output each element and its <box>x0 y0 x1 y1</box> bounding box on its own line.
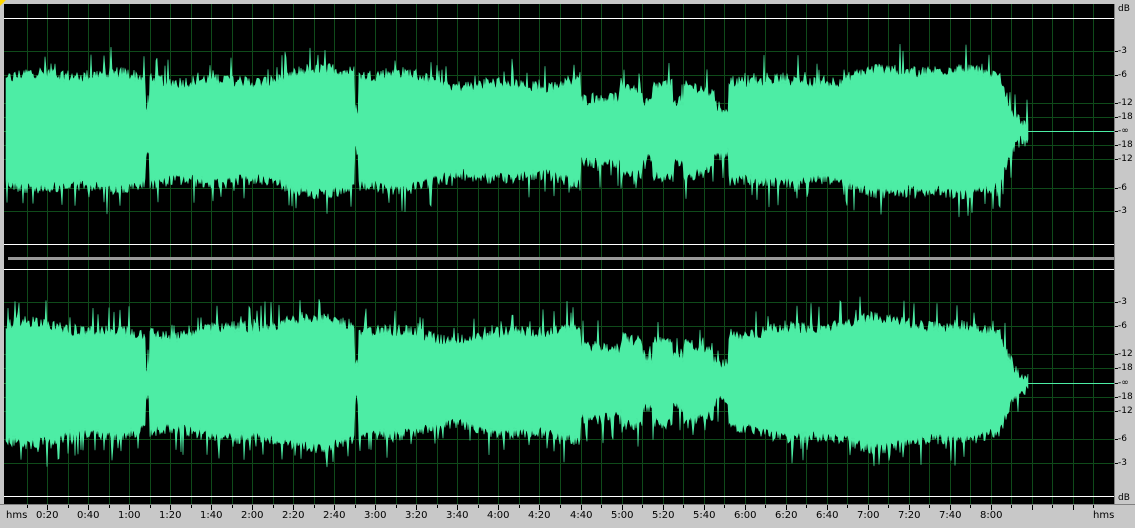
db-label: -18 <box>1118 112 1133 122</box>
time-tick <box>1032 505 1033 510</box>
time-label: 5:00 <box>611 510 634 521</box>
time-label: 0:40 <box>77 510 100 521</box>
waveform-left[interactable] <box>5 43 1029 218</box>
time-tick <box>232 505 233 508</box>
waveform-right[interactable] <box>5 296 1029 468</box>
time-tick <box>601 505 602 508</box>
time-label: 5:20 <box>652 510 675 521</box>
time-label: 4:20 <box>528 510 551 521</box>
time-tick <box>970 505 971 508</box>
time-tick <box>396 505 397 508</box>
db-label: -6 <box>1118 70 1127 80</box>
db-label: -12 <box>1118 406 1133 416</box>
time-label: 5:40 <box>693 510 716 521</box>
time-tick <box>642 505 643 508</box>
time-label: 1:40 <box>200 510 223 521</box>
time-label: 3:00 <box>364 510 387 521</box>
time-tick <box>929 505 930 508</box>
time-label: 6:20 <box>775 510 798 521</box>
time-tick <box>806 505 807 508</box>
time-label: 7:40 <box>939 510 962 521</box>
time-label: 7:20 <box>898 510 921 521</box>
db-label: -3 <box>1118 297 1127 307</box>
time-tick <box>355 505 356 508</box>
time-unit-end: hms <box>1093 510 1115 521</box>
time-tick <box>68 505 69 508</box>
time-label: 6:00 <box>734 510 757 521</box>
time-label: 2:20 <box>282 510 305 521</box>
channel-divider <box>8 257 1114 260</box>
db-label: -18 <box>1118 392 1133 402</box>
time-label: 1:00 <box>118 510 141 521</box>
time-label: 4:40 <box>570 510 593 521</box>
waveform-display[interactable] <box>4 4 1114 504</box>
time-tick <box>1093 505 1094 508</box>
waveform-editor[interactable]: dB dB -3 -6 -12 -18 -∞ -18 -12 -6 -3 -3 -6 -12 -18 -∞… <box>0 0 1135 528</box>
db-label: -3 <box>1118 206 1127 216</box>
time-label: 2:40 <box>323 510 346 521</box>
time-tick <box>1052 505 1053 508</box>
db-label: -6 <box>1118 434 1127 444</box>
db-label: -12 <box>1118 349 1133 359</box>
db-label: -12 <box>1118 154 1133 164</box>
waveform-canvas[interactable] <box>4 4 1114 504</box>
time-label: 0:20 <box>36 510 59 521</box>
time-tick <box>683 505 684 508</box>
time-tick <box>191 505 192 508</box>
time-tick <box>765 505 766 508</box>
db-unit-bottom: dB <box>1118 493 1130 503</box>
db-label: -∞ <box>1118 126 1129 136</box>
db-ruler: dB dB -3 -6 -12 -18 -∞ -18 -12 -6 -3 -3 -6 -12 -18 -∞… <box>1114 4 1135 504</box>
db-label: -3 <box>1118 46 1127 56</box>
time-tick <box>109 505 110 508</box>
time-tick <box>314 505 315 508</box>
time-label: 8:00 <box>980 510 1003 521</box>
time-tick <box>1011 505 1012 508</box>
time-label: 2:00 <box>241 510 264 521</box>
db-label: -12 <box>1118 98 1133 108</box>
time-tick <box>560 505 561 508</box>
time-tick <box>437 505 438 508</box>
time-tick <box>27 505 28 508</box>
time-ruler[interactable]: hms hms 0:20 0:40 1:00 1:20 1:40 2:00 2:20 2:40… <box>0 504 1135 528</box>
time-tick <box>150 505 151 508</box>
time-tick <box>519 505 520 508</box>
db-label: -18 <box>1118 140 1133 150</box>
time-tick <box>888 505 889 508</box>
db-label: -6 <box>1118 321 1127 331</box>
time-tick <box>1073 505 1074 510</box>
db-label: -18 <box>1118 363 1133 373</box>
time-label: 6:40 <box>816 510 839 521</box>
time-unit-start: hms <box>6 510 28 521</box>
db-label: -∞ <box>1118 378 1129 388</box>
time-tick <box>478 505 479 508</box>
time-label: 4:00 <box>487 510 510 521</box>
db-unit-top: dB <box>1118 4 1130 14</box>
time-label: 7:00 <box>857 510 880 521</box>
time-label: 3:40 <box>446 510 469 521</box>
time-label: 3:20 <box>405 510 428 521</box>
time-tick <box>847 505 848 508</box>
db-label: -6 <box>1118 183 1127 193</box>
time-label: 1:20 <box>159 510 182 521</box>
time-tick <box>724 505 725 508</box>
time-tick <box>273 505 274 508</box>
db-label: -3 <box>1118 458 1127 468</box>
